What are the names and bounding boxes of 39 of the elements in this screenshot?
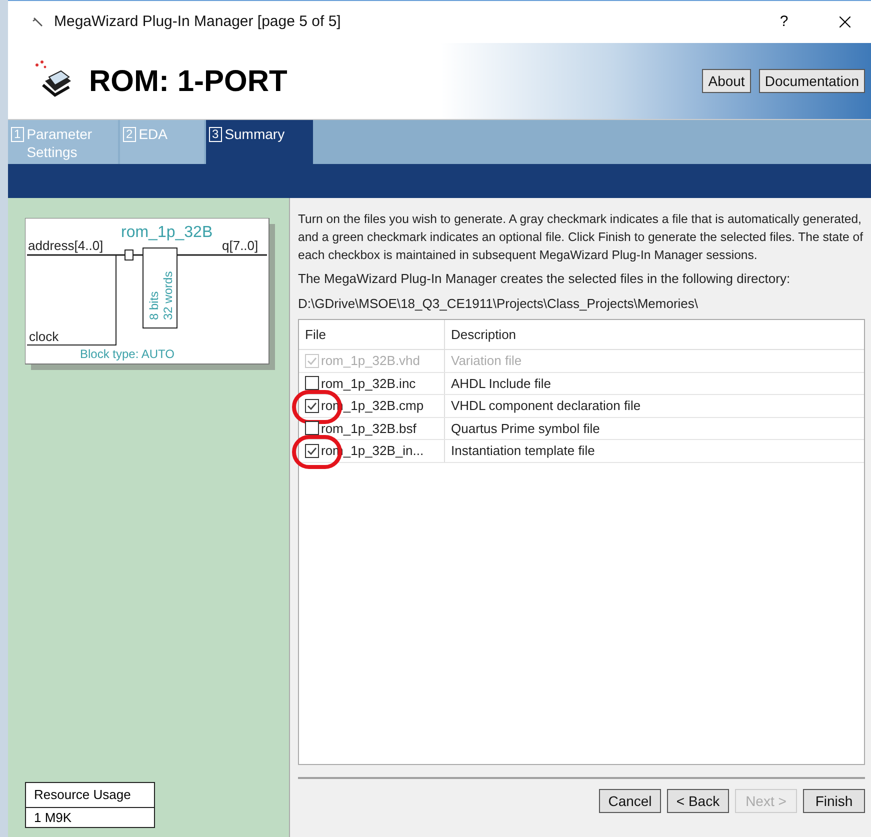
wizard-button[interactable]: Finish [803,789,865,813]
directory-note: The MegaWizard Plug-In Manager creates the selected files in the following directory: [298,270,792,288]
column-header: File [299,320,445,349]
file-name: rom_1p_32B.vhd [321,352,420,370]
wizard-tab[interactable]: 3 Summary [206,120,313,164]
block-type-label: Block type: AUTO [80,347,174,361]
checkmark-icon [307,446,317,455]
depth-label: 32 words [161,271,175,320]
directory-path: D:\GDrive\MSOE\18_Q3_CE1911\Projects\Class_Projects\Memories\ [298,294,700,313]
header-button[interactable]: Documentation [758,69,865,93]
resource-usage-value: 1 M9K [33,808,73,826]
file-description: Variation file [450,352,522,370]
checkbox[interactable] [305,444,319,458]
file-name: rom_1p_32B.bsf [321,420,416,438]
width-label: 8 bits [147,291,161,320]
wizard-button[interactable]: < Back [667,789,729,813]
checkmark-icon [307,402,317,410]
output-port: q[7..0] [222,238,258,253]
file-description: AHDL Include file [450,374,551,392]
checkbox[interactable] [305,421,319,436]
wizard-button[interactable]: Cancel [599,789,661,813]
symbol-name: rom_1p_32B [121,224,213,241]
column-header: Description [450,326,518,344]
wand-icon [32,16,44,28]
file-description: Quartus Prime symbol file [450,420,600,438]
file-description: VHDL component declaration file [450,397,641,415]
file-name: rom_1p_32B.inc [321,374,416,393]
checkbox[interactable] [305,376,319,390]
window-title: MegaWizard Plug-In Manager [page 5 of 5] [54,12,342,32]
header-button[interactable]: About [702,69,751,93]
checkmark-icon [307,356,317,365]
header-title: ROM: 1-PORT [89,64,288,100]
file-description: Instantiation template file [450,442,595,460]
input-port: address[4..0] [28,238,104,253]
instructions-text: Turn on the files you wish to generate. A gray checkmark indicates a file that is automatically generated, and a green checkmark indicates an optional file. Click Finish to generate the selected files. The state of each checkbox is maintained in subsequent MegaWizard Plug-In Manager sessions. [298,211,864,264]
help-button[interactable]: ? [769,10,799,34]
checkbox[interactable] [305,398,319,413]
resource-usage-title: Resource Usage [26,783,154,808]
clock-port: clock [29,329,59,344]
